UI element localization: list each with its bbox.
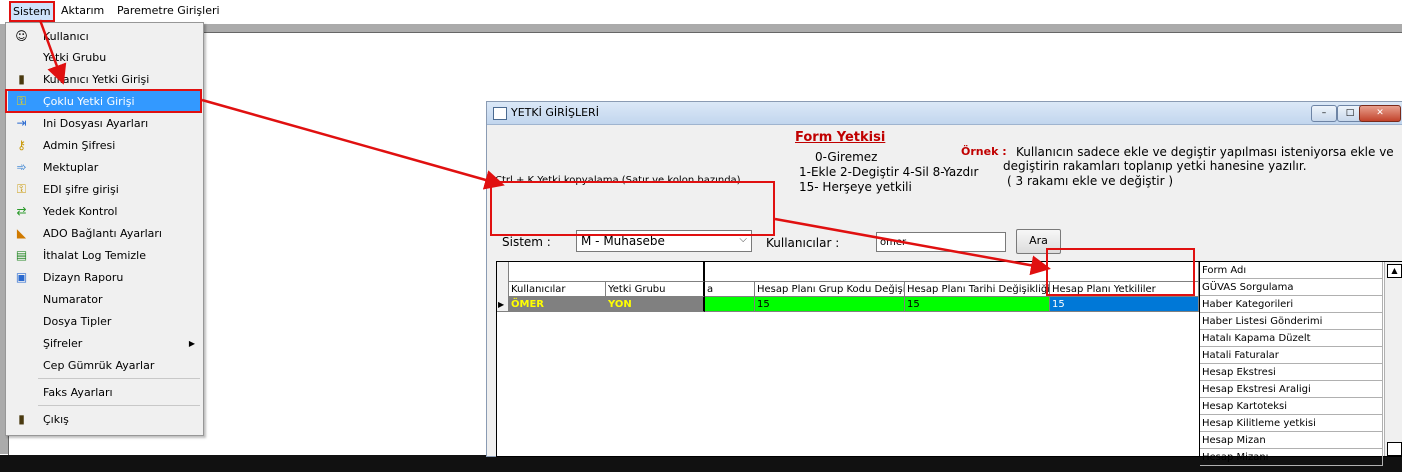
ornek-text-3: ( 3 rakamı ekle ve değiştir ): [1007, 174, 1173, 188]
file-arrow-icon: ⇥: [16, 116, 27, 130]
cell-yetkililer[interactable]: 15: [1050, 297, 1199, 312]
window-icon: [493, 107, 507, 120]
broom-icon: ▤: [15, 248, 28, 262]
kullanicilar-input[interactable]: [877, 233, 1003, 251]
menu-item-dizayn-raporu[interactable]: ▣ Dizayn Raporu: [8, 267, 201, 288]
menu-sistem[interactable]: Sistem: [9, 1, 55, 22]
sistem-combo-value: M - Muhasebe: [581, 234, 665, 248]
menu-item-cep-gumruk[interactable]: Cep Gümrük Ayarlar: [8, 355, 201, 376]
highlight-yetkililer-column: [1046, 248, 1195, 296]
door-icon: ▮: [18, 72, 25, 86]
scroll-up-icon[interactable]: ▲: [1387, 264, 1402, 278]
bottom-bar: [0, 455, 1402, 472]
form-list-item[interactable]: Hesap Kilitleme yetkisi: [1200, 415, 1383, 432]
form-yetkisi-title: Form Yetkisi: [795, 130, 886, 145]
keys-icon: ⚿: [16, 182, 27, 196]
header-col-a[interactable]: a: [705, 282, 755, 297]
letter-icon: ➾: [16, 160, 27, 174]
menu-item-numarator[interactable]: Numarator: [8, 289, 201, 310]
form-list-header[interactable]: Form Adı: [1200, 262, 1383, 279]
menu-separator: [38, 405, 200, 406]
menu-item-cikis[interactable]: ▮ Çıkış: [8, 409, 201, 430]
ornek-text-2: degiştirin rakamları toplanıp yetki hane…: [1003, 159, 1307, 173]
sistem-label: Sistem :: [502, 235, 551, 249]
legend-line-2: 1-Ekle 2-Degiştir 4-Sil 8-Yazdır: [799, 165, 979, 179]
header-yetki-grubu[interactable]: Yetki Grubu: [606, 282, 705, 297]
grid-corner: [497, 262, 509, 299]
sistem-dropdown-menu: ☺ Kullanıcı Yetki Grubu ▮ Kullanıcı Yetki …: [5, 22, 204, 436]
user-icon: ☺: [15, 29, 28, 43]
menu-item-mektuplar[interactable]: ➾ Mektuplar: [8, 157, 201, 178]
report-icon: ▣: [15, 270, 28, 284]
header-grup-kodu[interactable]: Hesap Planı Grup Kodu Değişil: [755, 282, 905, 297]
form-list-item[interactable]: Hesap Ekstresi: [1200, 364, 1383, 381]
menu-item-dosya-tipler[interactable]: Dosya Tipler: [8, 311, 201, 332]
menu-item-admin-sifresi[interactable]: ⚷ Admin Şifresi: [8, 135, 201, 156]
form-list[interactable]: Form Adı GÜVAS Sorgulama Haber Kategoril…: [1199, 261, 1402, 466]
submenu-arrow-icon: ▶: [188, 339, 195, 348]
menu-parametre-girisleri[interactable]: Paremetre Girişleri: [117, 4, 220, 17]
menu-aktarim[interactable]: Aktarım: [61, 4, 104, 17]
backup-icon: ⇄: [16, 204, 27, 218]
cell-col-a[interactable]: [705, 297, 755, 312]
menu-separator: [38, 378, 200, 379]
cell-tarih-degisikligi[interactable]: 15: [905, 297, 1050, 312]
scroll-thumb[interactable]: [1387, 442, 1402, 456]
key-icon: ⚷: [17, 138, 26, 152]
form-list-item[interactable]: GÜVAS Sorgulama: [1200, 279, 1383, 296]
highlight-sistem-combo: [490, 181, 775, 236]
yetki-girisleri-window: YETKİ GİRİŞLERİ – □ ✕ Form Yetkisi 0-Gir…: [486, 101, 1402, 466]
menu-item-sifreler[interactable]: Şifreler ▶: [8, 333, 201, 354]
form-list-item[interactable]: Hatalı Kapama Düzelt: [1200, 330, 1383, 347]
close-button[interactable]: ✕: [1359, 105, 1401, 122]
menu-item-kullanici[interactable]: ☺ Kullanıcı: [8, 26, 201, 47]
menu-item-yedek-kontrol[interactable]: ⇄ Yedek Kontrol: [8, 201, 201, 222]
form-list-item[interactable]: Hesap Mizan: [1200, 432, 1383, 449]
legend-line-3: 15- Herşeye yetkili: [799, 180, 912, 194]
cell-kullanici[interactable]: ÖMER: [509, 297, 606, 312]
menu-item-faks-ayarlari[interactable]: Faks Ayarları: [8, 382, 201, 403]
menu-bar: Sistem Aktarım Paremetre Girişleri: [0, 0, 1402, 22]
cell-grup-kodu[interactable]: 15: [755, 297, 905, 312]
ornek-text-1: Kullanıcın sadece ekle ve degiştir yapıl…: [1016, 145, 1394, 159]
ornek-label: Örnek :: [961, 145, 1007, 158]
kullanicilar-label: Kullanıcılar :: [766, 236, 840, 250]
exit-door-icon: ▮: [18, 412, 25, 426]
menu-item-ado-baglanti[interactable]: ◣ ADO Bağlantı Ayarları: [8, 223, 201, 244]
grid-band-header: [509, 262, 705, 282]
menu-item-ini-dosyasi[interactable]: ⇥ Ini Dosyası Ayarları: [8, 113, 201, 134]
connection-icon: ◣: [16, 226, 27, 240]
header-tarih-degisikligi[interactable]: Hesap Planı Tarihi Değişikliği: [905, 282, 1050, 297]
form-list-scrollbar[interactable]: ▲: [1384, 262, 1402, 456]
menu-item-edi-sifre[interactable]: ⚿ EDI şifre girişi: [8, 179, 201, 200]
header-kullanicilar[interactable]: Kullanıcılar: [509, 282, 606, 297]
menu-item-kullanici-yetki-girisi[interactable]: ▮ Kullanıcı Yetki Girişi: [8, 69, 201, 90]
window-titlebar[interactable]: YETKİ GİRİŞLERİ – □ ✕: [487, 102, 1402, 125]
form-list-item[interactable]: Hesap Kartoteksi: [1200, 398, 1383, 415]
kullanicilar-field[interactable]: [876, 232, 1006, 252]
legend-line-1: 0-Giremez: [815, 150, 878, 164]
menu-item-ithalat-log[interactable]: ▤ İthalat Log Temizle: [8, 245, 201, 266]
menu-item-yetki-grubu[interactable]: Yetki Grubu: [8, 47, 201, 68]
form-list-item[interactable]: Haber Listesi Gönderimi: [1200, 313, 1383, 330]
window-content: Form Yetkisi 0-Giremez 1-Ekle 2-Degiştir…: [488, 125, 1402, 466]
minimize-button[interactable]: –: [1311, 105, 1337, 122]
highlight-coklu-yetki: [5, 89, 202, 113]
window-title: YETKİ GİRİŞLERİ: [511, 106, 599, 119]
form-list-item[interactable]: Hesap Mizanı: [1200, 449, 1383, 466]
row-indicator-icon: ▶: [497, 297, 509, 312]
form-list-item[interactable]: Hesap Ekstresi Araligi: [1200, 381, 1383, 398]
cell-yetki-grubu[interactable]: YON: [606, 297, 705, 312]
form-list-item[interactable]: Haber Kategorileri: [1200, 296, 1383, 313]
form-list-item[interactable]: Hatali Faturalar: [1200, 347, 1383, 364]
